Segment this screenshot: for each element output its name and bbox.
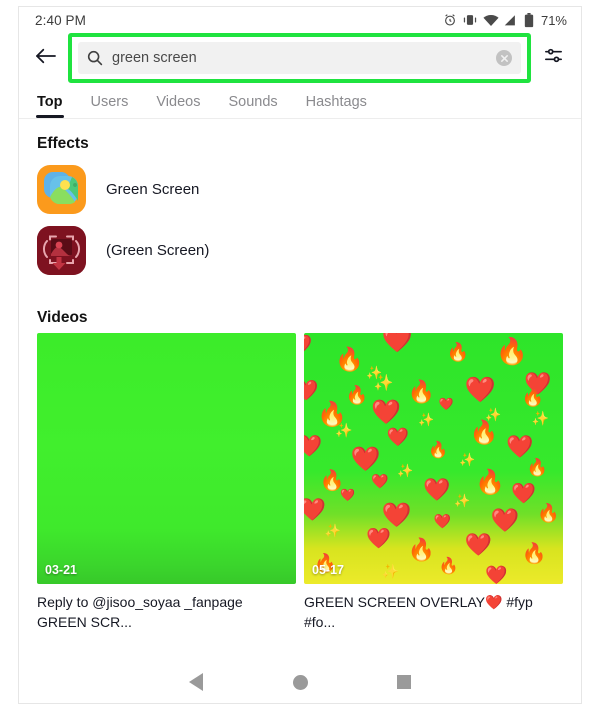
nav-home-circle-icon [292, 674, 308, 690]
effects-section-title: Effects [37, 135, 89, 152]
video-date-badge: 05-17 [312, 563, 344, 577]
nav-recents-button[interactable] [391, 669, 417, 695]
emoji-overlay: ❤️ ❤️ 🔥 🔥 🔥 ✨ ❤️ ❤️ 🔥 ✨ 🔥 ❤️ 🔥 🔥 [304, 333, 560, 584]
filter-sliders-icon [543, 45, 564, 71]
video-caption: Reply to @jisoo_soyaa _fanpage GREEN SCR… [37, 594, 243, 630]
wifi-icon [483, 14, 499, 27]
status-icon-group: 71% [443, 12, 567, 28]
effect-item-green-screen[interactable]: Green Screen [19, 159, 581, 220]
photo-download-icon [37, 226, 86, 275]
videos-grid: 03-21 Reply to @jisoo_soyaa _fanpage GRE… [19, 333, 581, 632]
video-date-badge: 03-21 [45, 563, 77, 577]
battery-percent: 71% [540, 12, 567, 28]
alarm-icon [443, 13, 457, 27]
back-arrow-icon [35, 47, 57, 70]
nav-back-triangle-icon [189, 673, 203, 691]
nav-back-button[interactable] [183, 669, 209, 695]
back-button[interactable] [31, 43, 61, 73]
signal-icon [504, 14, 519, 27]
status-bar: 2:40 PM 71% [19, 7, 581, 33]
photo-landscape-icon [37, 165, 86, 214]
tab-videos[interactable]: Videos [156, 94, 200, 118]
search-highlight-box: green screen [68, 33, 531, 83]
battery-icon [524, 12, 534, 28]
tab-hashtags[interactable]: Hashtags [306, 94, 367, 118]
videos-section-title: Videos [37, 309, 88, 326]
clear-search-button[interactable] [496, 50, 512, 66]
search-input-value: green screen [112, 50, 197, 66]
video-thumbnail[interactable]: ❤️ ❤️ 🔥 🔥 🔥 ✨ ❤️ ❤️ 🔥 ✨ 🔥 ❤️ 🔥 🔥 [304, 333, 563, 584]
search-tabs: Top Users Videos Sounds Hashtags [19, 83, 581, 119]
nav-home-button[interactable] [287, 669, 313, 695]
search-icon [87, 50, 103, 66]
search-row: green screen [19, 33, 581, 83]
tab-users[interactable]: Users [91, 94, 129, 118]
filter-button[interactable] [539, 44, 567, 72]
status-time: 2:40 PM [35, 12, 86, 28]
android-nav-bar [19, 661, 581, 703]
effect-label: Green Screen [106, 181, 200, 198]
effect-item-green-screen-paren[interactable]: (Green Screen) [19, 220, 581, 281]
tab-sounds[interactable]: Sounds [228, 94, 277, 118]
video-card[interactable]: 03-21 Reply to @jisoo_soyaa _fanpage GRE… [37, 333, 296, 632]
video-thumbnail[interactable]: 03-21 [37, 333, 296, 584]
tab-top[interactable]: Top [36, 94, 63, 118]
phone-screen: 2:40 PM 71% green screen Top Users Video… [18, 6, 582, 704]
page-frame: 2:40 PM 71% green screen Top Users Video… [0, 0, 600, 711]
search-input[interactable]: green screen [78, 42, 521, 74]
vibrate-icon [462, 13, 478, 27]
effect-label: (Green Screen) [106, 242, 210, 259]
video-card[interactable]: ❤️ ❤️ 🔥 🔥 🔥 ✨ ❤️ ❤️ 🔥 ✨ 🔥 ❤️ 🔥 🔥 [304, 333, 563, 632]
nav-recents-square-icon [397, 675, 411, 689]
video-caption: GREEN SCREEN OVERLAY❤️ #fyp #fo... [304, 594, 533, 630]
